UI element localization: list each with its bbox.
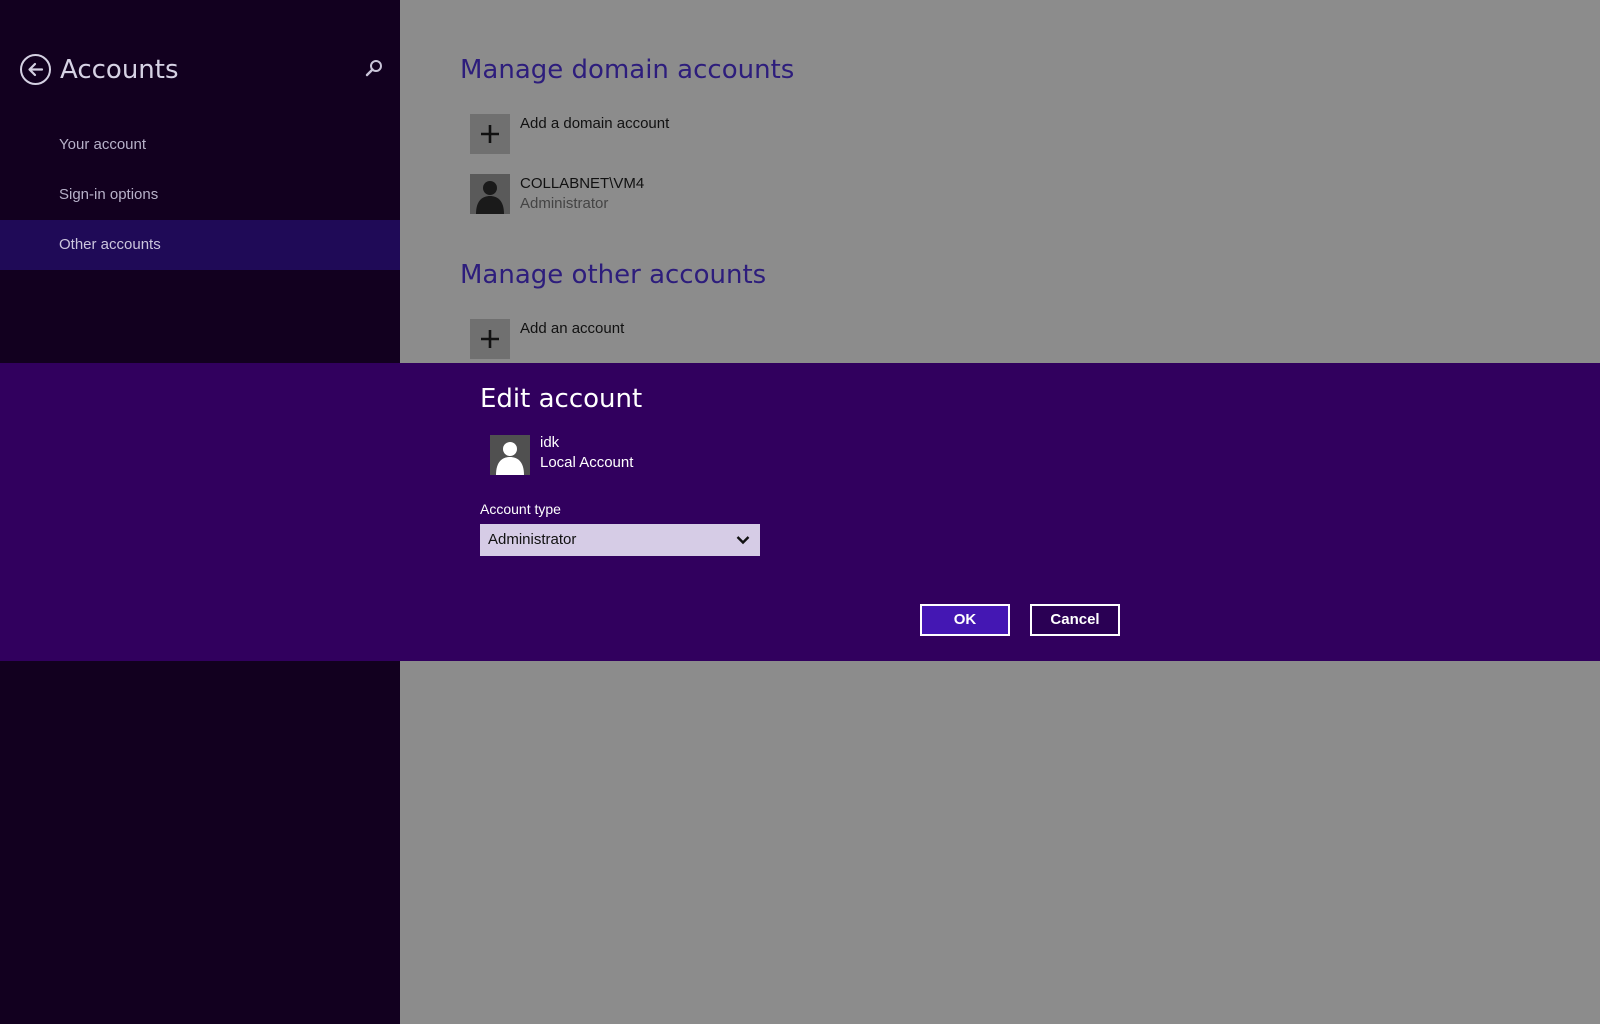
search-button[interactable] [364, 58, 384, 80]
edit-account-dialog: Edit account idk Local Account Account t… [0, 363, 1600, 661]
sidebar-nav: Your account Sign-in options Other accou… [0, 120, 400, 270]
dialog-user-type: Local Account [540, 454, 634, 471]
account-type-value: Administrator [488, 531, 577, 548]
avatar [470, 174, 510, 214]
back-button[interactable] [20, 54, 51, 85]
dialog-user-name: idk [540, 434, 560, 451]
dialog-user: idk Local Account [490, 434, 890, 475]
sidebar-item-sign-in-options[interactable]: Sign-in options [0, 170, 400, 220]
domain-account-item[interactable]: COLLABNET\VM4 Administrator [470, 174, 870, 214]
sidebar-item-your-account[interactable]: Your account [0, 120, 400, 170]
page-title: Accounts [60, 55, 179, 85]
domain-account-type: Administrator [520, 195, 609, 212]
search-icon [365, 60, 382, 77]
add-tile [470, 114, 510, 154]
domain-section-title: Manage domain accounts [460, 55, 795, 85]
chevron-down-icon [736, 536, 750, 545]
plus-icon [481, 125, 499, 143]
other-section-title: Manage other accounts [460, 260, 767, 290]
plus-icon [481, 330, 499, 348]
domain-account-name: COLLABNET\VM4 [520, 175, 645, 192]
add-account-button[interactable]: Add an account [470, 319, 870, 359]
account-type-label: Account type [480, 501, 561, 517]
avatar [490, 435, 530, 475]
add-domain-account-button[interactable]: Add a domain account [470, 114, 870, 154]
add-domain-account-label: Add a domain account [520, 115, 670, 132]
account-type-select[interactable]: Administrator [480, 524, 760, 556]
add-account-label: Add an account [520, 320, 625, 337]
user-icon [476, 181, 504, 214]
back-arrow-icon [28, 62, 44, 77]
cancel-button[interactable]: Cancel [1030, 604, 1120, 636]
add-tile [470, 319, 510, 359]
dialog-title: Edit account [480, 384, 643, 414]
sidebar-item-other-accounts[interactable]: Other accounts [0, 220, 400, 270]
sidebar-header: Accounts [20, 54, 384, 86]
ok-button[interactable]: OK [920, 604, 1010, 636]
user-icon [496, 442, 524, 475]
